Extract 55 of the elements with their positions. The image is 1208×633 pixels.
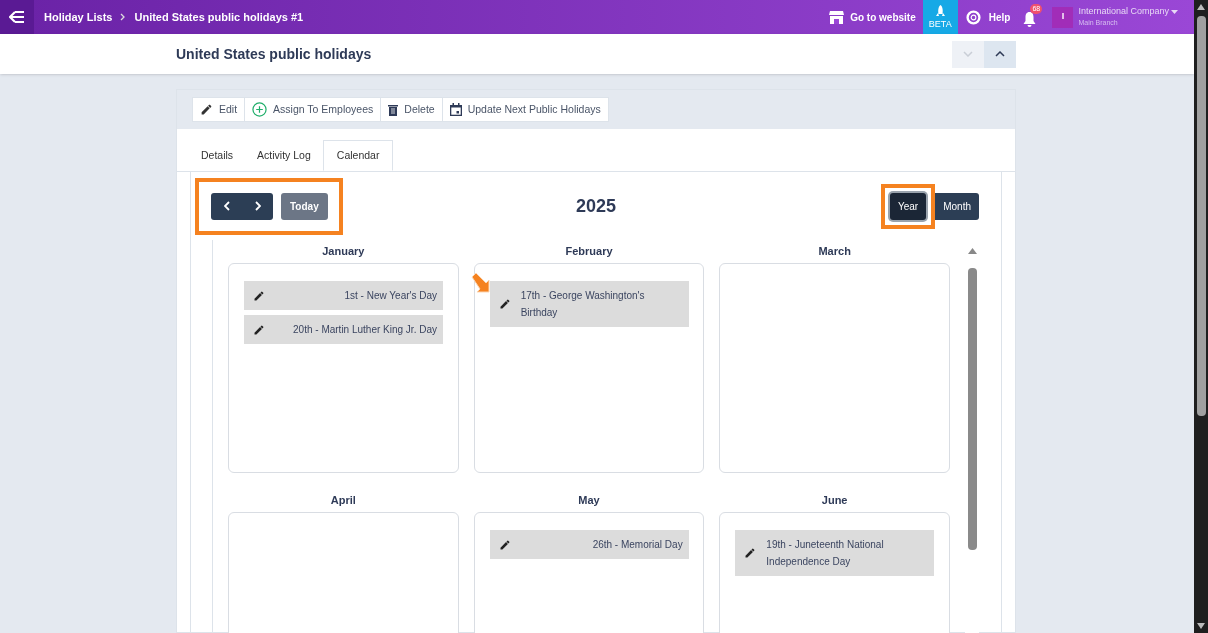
chevron-left-icon <box>223 201 230 211</box>
page-scrollbar[interactable] <box>1194 0 1208 633</box>
today-button[interactable]: Today <box>281 192 328 220</box>
pencil-icon <box>200 103 213 116</box>
menu-button[interactable] <box>0 0 34 34</box>
holiday-item[interactable]: 1st - New Year's Day <box>244 281 443 310</box>
store-icon <box>829 10 845 24</box>
month-name: January <box>321 244 366 259</box>
view-button[interactable]: Year <box>890 192 927 220</box>
previous-button[interactable] <box>211 192 242 220</box>
tab[interactable]: Calendar <box>322 140 394 171</box>
month-name: May <box>577 493 601 508</box>
collapse-up-button[interactable] <box>984 40 1016 68</box>
toolbar-button[interactable]: Delete <box>380 97 443 122</box>
pencil-icon <box>253 323 265 336</box>
month-name: February <box>564 244 614 259</box>
pencil-icon <box>744 547 757 559</box>
help-link[interactable]: Help <box>965 9 1011 25</box>
pencil-icon <box>253 289 265 302</box>
toolbar-button[interactable]: Assign To Employees <box>244 97 382 122</box>
calendar-icon <box>449 103 462 116</box>
pencil-icon <box>498 298 511 310</box>
month-name: April <box>329 493 357 508</box>
tab[interactable]: Activity Log <box>245 140 323 171</box>
plus-circle-icon <box>252 102 268 117</box>
tab[interactable]: Details <box>189 140 246 171</box>
scroll-down-icon[interactable] <box>1197 623 1205 629</box>
toolbar-button[interactable]: Edit <box>192 97 246 122</box>
trash-icon <box>388 103 399 116</box>
toolbar-button[interactable]: Update Next Public Holidays <box>441 97 609 122</box>
menu-icon <box>9 11 25 23</box>
breadcrumb-link[interactable]: Holiday Lists <box>44 8 113 26</box>
holiday-item[interactable]: 19th - Juneteenth National Independence Day <box>735 530 935 576</box>
calendar-year: 2025 <box>575 195 616 216</box>
holiday-item[interactable]: 17th - George Washington's Birthday <box>489 281 689 327</box>
page-title: United States public holidays <box>176 44 373 64</box>
website-link[interactable]: Go to website <box>829 9 916 25</box>
chevron-down-icon <box>963 51 973 57</box>
company-dropdown[interactable]: International Company <box>1078 6 1178 17</box>
holiday-item[interactable]: 20th - Martin Luther King Jr. Day <box>244 315 443 344</box>
rocket-icon <box>935 5 945 17</box>
avatar: I <box>1052 6 1074 28</box>
scroll-up-icon[interactable] <box>1197 4 1205 10</box>
month-name: March <box>817 244 852 259</box>
holiday-item[interactable]: 26th - Memorial Day <box>489 530 689 559</box>
next-button[interactable] <box>242 192 273 220</box>
pencil-icon <box>498 538 511 551</box>
breadcrumb-link[interactable]: United States public holidays #1 <box>134 8 304 26</box>
chevron-right-icon <box>120 13 127 21</box>
caret-down-icon <box>1171 9 1178 14</box>
chevron-up-icon <box>995 51 1005 57</box>
bell-icon <box>1022 11 1038 27</box>
view-button[interactable]: Month <box>935 192 979 220</box>
chevron-right-icon <box>254 201 261 211</box>
month-name: June <box>820 493 849 508</box>
